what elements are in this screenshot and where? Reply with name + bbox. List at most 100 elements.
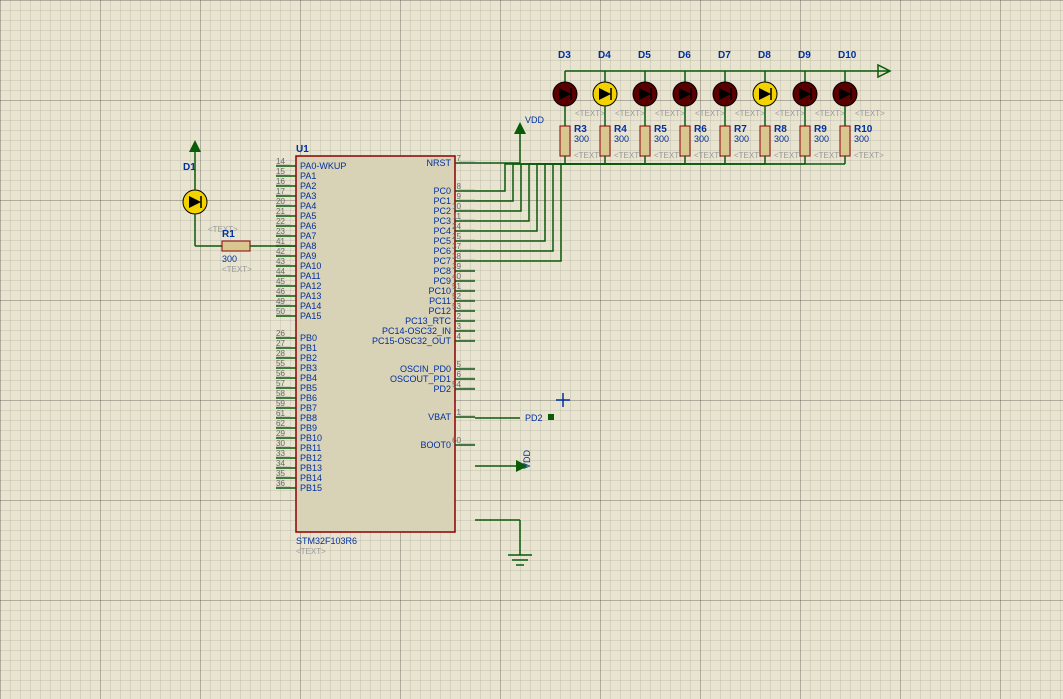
- chip-sub: <TEXT>: [296, 547, 326, 556]
- svg-text:45: 45: [276, 277, 285, 286]
- svg-text:53: 53: [452, 302, 461, 311]
- svg-text:PB2: PB2: [300, 353, 317, 363]
- vdd1-label: VDD: [525, 115, 545, 125]
- pd2-label: PD2: [525, 413, 543, 423]
- svg-text:BOOT0: BOOT0: [420, 440, 451, 450]
- svg-text:6: 6: [457, 370, 462, 379]
- svg-text:43: 43: [276, 257, 285, 266]
- svg-text:7: 7: [457, 154, 462, 163]
- svg-text:62: 62: [276, 419, 285, 428]
- svg-text:OSCOUT_PD1: OSCOUT_PD1: [390, 374, 451, 384]
- svg-text:35: 35: [276, 469, 285, 478]
- svg-text:VBAT: VBAT: [428, 412, 451, 422]
- svg-text:PC3: PC3: [433, 216, 451, 226]
- svg-text:PB9: PB9: [300, 423, 317, 433]
- svg-text:PC8: PC8: [433, 266, 451, 276]
- svg-text:4: 4: [457, 332, 462, 341]
- svg-text:29: 29: [276, 429, 285, 438]
- svg-text:PA12: PA12: [300, 281, 321, 291]
- svg-text:300: 300: [694, 134, 709, 144]
- svg-text:<TEXT>: <TEXT>: [695, 109, 725, 118]
- svg-text:23: 23: [276, 227, 285, 236]
- svg-text:PC14-OSC32_IN: PC14-OSC32_IN: [382, 326, 451, 336]
- resistor-r1[interactable]: [195, 241, 276, 251]
- svg-text:PC15-OSC32_OUT: PC15-OSC32_OUT: [372, 336, 452, 346]
- svg-text:22: 22: [276, 217, 285, 226]
- svg-text:300: 300: [814, 134, 829, 144]
- svg-text:<TEXT>: <TEXT>: [855, 109, 885, 118]
- probe-marker[interactable]: [556, 393, 570, 407]
- svg-text:39: 39: [452, 262, 461, 271]
- svg-text:PB8: PB8: [300, 413, 317, 423]
- svg-text:PB7: PB7: [300, 403, 317, 413]
- svg-text:28: 28: [276, 349, 285, 358]
- pd2-terminal[interactable]: [548, 414, 554, 420]
- svg-text:PC7: PC7: [433, 256, 451, 266]
- svg-text:50: 50: [276, 307, 285, 316]
- resistor-bank: R3300<TEXT>R4300<TEXT>R5300<TEXT>R6300<T…: [560, 118, 884, 164]
- svg-text:300: 300: [574, 134, 589, 144]
- svg-text:PB0: PB0: [300, 333, 317, 343]
- svg-text:PA5: PA5: [300, 211, 316, 221]
- svg-text:38: 38: [452, 252, 461, 261]
- svg-text:<TEXT>: <TEXT>: [655, 109, 685, 118]
- svg-text:25: 25: [452, 232, 461, 241]
- svg-text:PC1: PC1: [433, 196, 451, 206]
- svg-text:D7: D7: [718, 50, 731, 61]
- svg-text:PA10: PA10: [300, 261, 321, 271]
- svg-text:PC13_RTC: PC13_RTC: [405, 316, 451, 326]
- svg-text:OSCIN_PD0: OSCIN_PD0: [400, 364, 451, 374]
- svg-text:PB15: PB15: [300, 483, 322, 493]
- svg-text:20: 20: [276, 197, 285, 206]
- svg-text:300: 300: [734, 134, 749, 144]
- svg-text:PA0-WKUP: PA0-WKUP: [300, 161, 346, 171]
- schematic-canvas[interactable]: U1 STM32F103R6 <TEXT> 14PA0-WKUP15PA116P…: [0, 0, 1063, 699]
- svg-text:34: 34: [276, 459, 285, 468]
- svg-text:300: 300: [854, 134, 869, 144]
- svg-text:PC12: PC12: [428, 306, 451, 316]
- svg-text:PA7: PA7: [300, 231, 316, 241]
- svg-text:D4: D4: [598, 50, 611, 61]
- svg-text:55: 55: [276, 359, 285, 368]
- svg-text:PA14: PA14: [300, 301, 321, 311]
- chip-ref: U1: [296, 144, 309, 155]
- svg-text:PB6: PB6: [300, 393, 317, 403]
- svg-text:54: 54: [452, 380, 461, 389]
- svg-text:PA1: PA1: [300, 171, 316, 181]
- svg-text:40: 40: [452, 272, 461, 281]
- svg-text:60: 60: [452, 436, 461, 445]
- svg-text:9: 9: [457, 192, 462, 201]
- svg-text:57: 57: [276, 379, 285, 388]
- svg-text:11: 11: [453, 212, 462, 221]
- svg-text:NRST: NRST: [427, 158, 452, 168]
- svg-text:17: 17: [276, 187, 285, 196]
- svg-text:<TEXT>: <TEXT>: [735, 109, 765, 118]
- svg-text:D9: D9: [798, 50, 811, 61]
- svg-text:PA3: PA3: [300, 191, 316, 201]
- svg-text:42: 42: [276, 247, 285, 256]
- svg-text:PC5: PC5: [433, 236, 451, 246]
- svg-text:1: 1: [457, 408, 462, 417]
- svg-text:PC0: PC0: [433, 186, 451, 196]
- svg-text:2: 2: [457, 312, 462, 321]
- led-bank: D3<TEXT>D4<TEXT>D5<TEXT>D6<TEXT>D7<TEXT>…: [553, 50, 885, 118]
- svg-text:<TEXT>: <TEXT>: [854, 151, 884, 160]
- svg-text:21: 21: [276, 207, 285, 216]
- vdd2-label: VDD: [522, 449, 532, 469]
- svg-text:58: 58: [276, 389, 285, 398]
- svg-text:PA6: PA6: [300, 221, 316, 231]
- svg-text:3: 3: [457, 322, 462, 331]
- svg-text:36: 36: [276, 479, 285, 488]
- svg-text:15: 15: [276, 167, 285, 176]
- led-d1[interactable]: [183, 178, 207, 246]
- svg-text:PA4: PA4: [300, 201, 316, 211]
- svg-text:PD2: PD2: [433, 384, 451, 394]
- svg-text:<TEXT>: <TEXT>: [775, 109, 805, 118]
- d1-ref: D1: [183, 162, 196, 173]
- svg-text:52: 52: [452, 292, 461, 301]
- svg-text:D5: D5: [638, 50, 651, 61]
- svg-text:300: 300: [614, 134, 629, 144]
- svg-text:14: 14: [276, 157, 285, 166]
- ground-symbol: [508, 555, 532, 565]
- svg-text:33: 33: [276, 449, 285, 458]
